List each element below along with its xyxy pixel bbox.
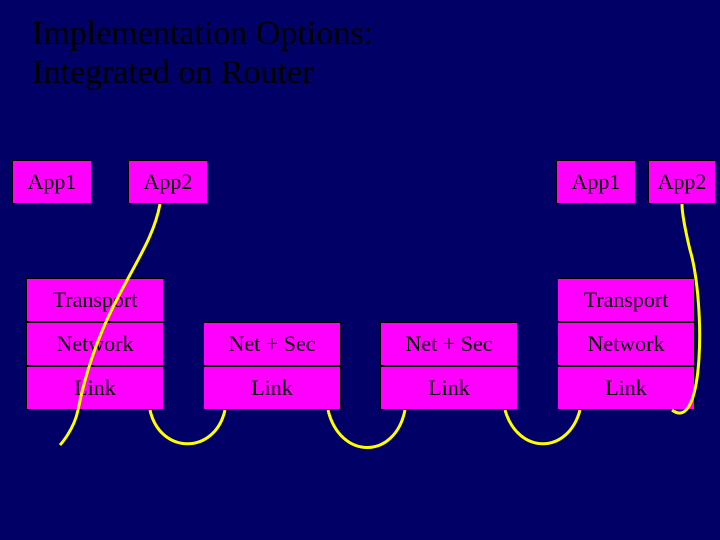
- title-line1: Implementation Options:: [32, 15, 373, 52]
- hostB-transport: Transport: [557, 278, 695, 322]
- router1-link: Link: [203, 366, 341, 410]
- hostA-link: Link: [26, 366, 164, 410]
- hostB-link: Link: [557, 366, 695, 410]
- router2-netsec: Net + Sec: [380, 322, 518, 366]
- hostB-app1: App1: [556, 160, 636, 204]
- title-line2: Integrated on Router: [32, 54, 313, 91]
- router1-netsec: Net + Sec: [203, 322, 341, 366]
- hostA-app2: App2: [128, 160, 208, 204]
- hostB-app2: App2: [648, 160, 716, 204]
- hostA-transport: Transport: [26, 278, 164, 322]
- router2-link: Link: [380, 366, 518, 410]
- hostA-app1: App1: [12, 160, 92, 204]
- hostB-network: Network: [557, 322, 695, 366]
- hostA-network: Network: [26, 322, 164, 366]
- slide-title: Implementation Options: Integrated on Ro…: [32, 14, 373, 92]
